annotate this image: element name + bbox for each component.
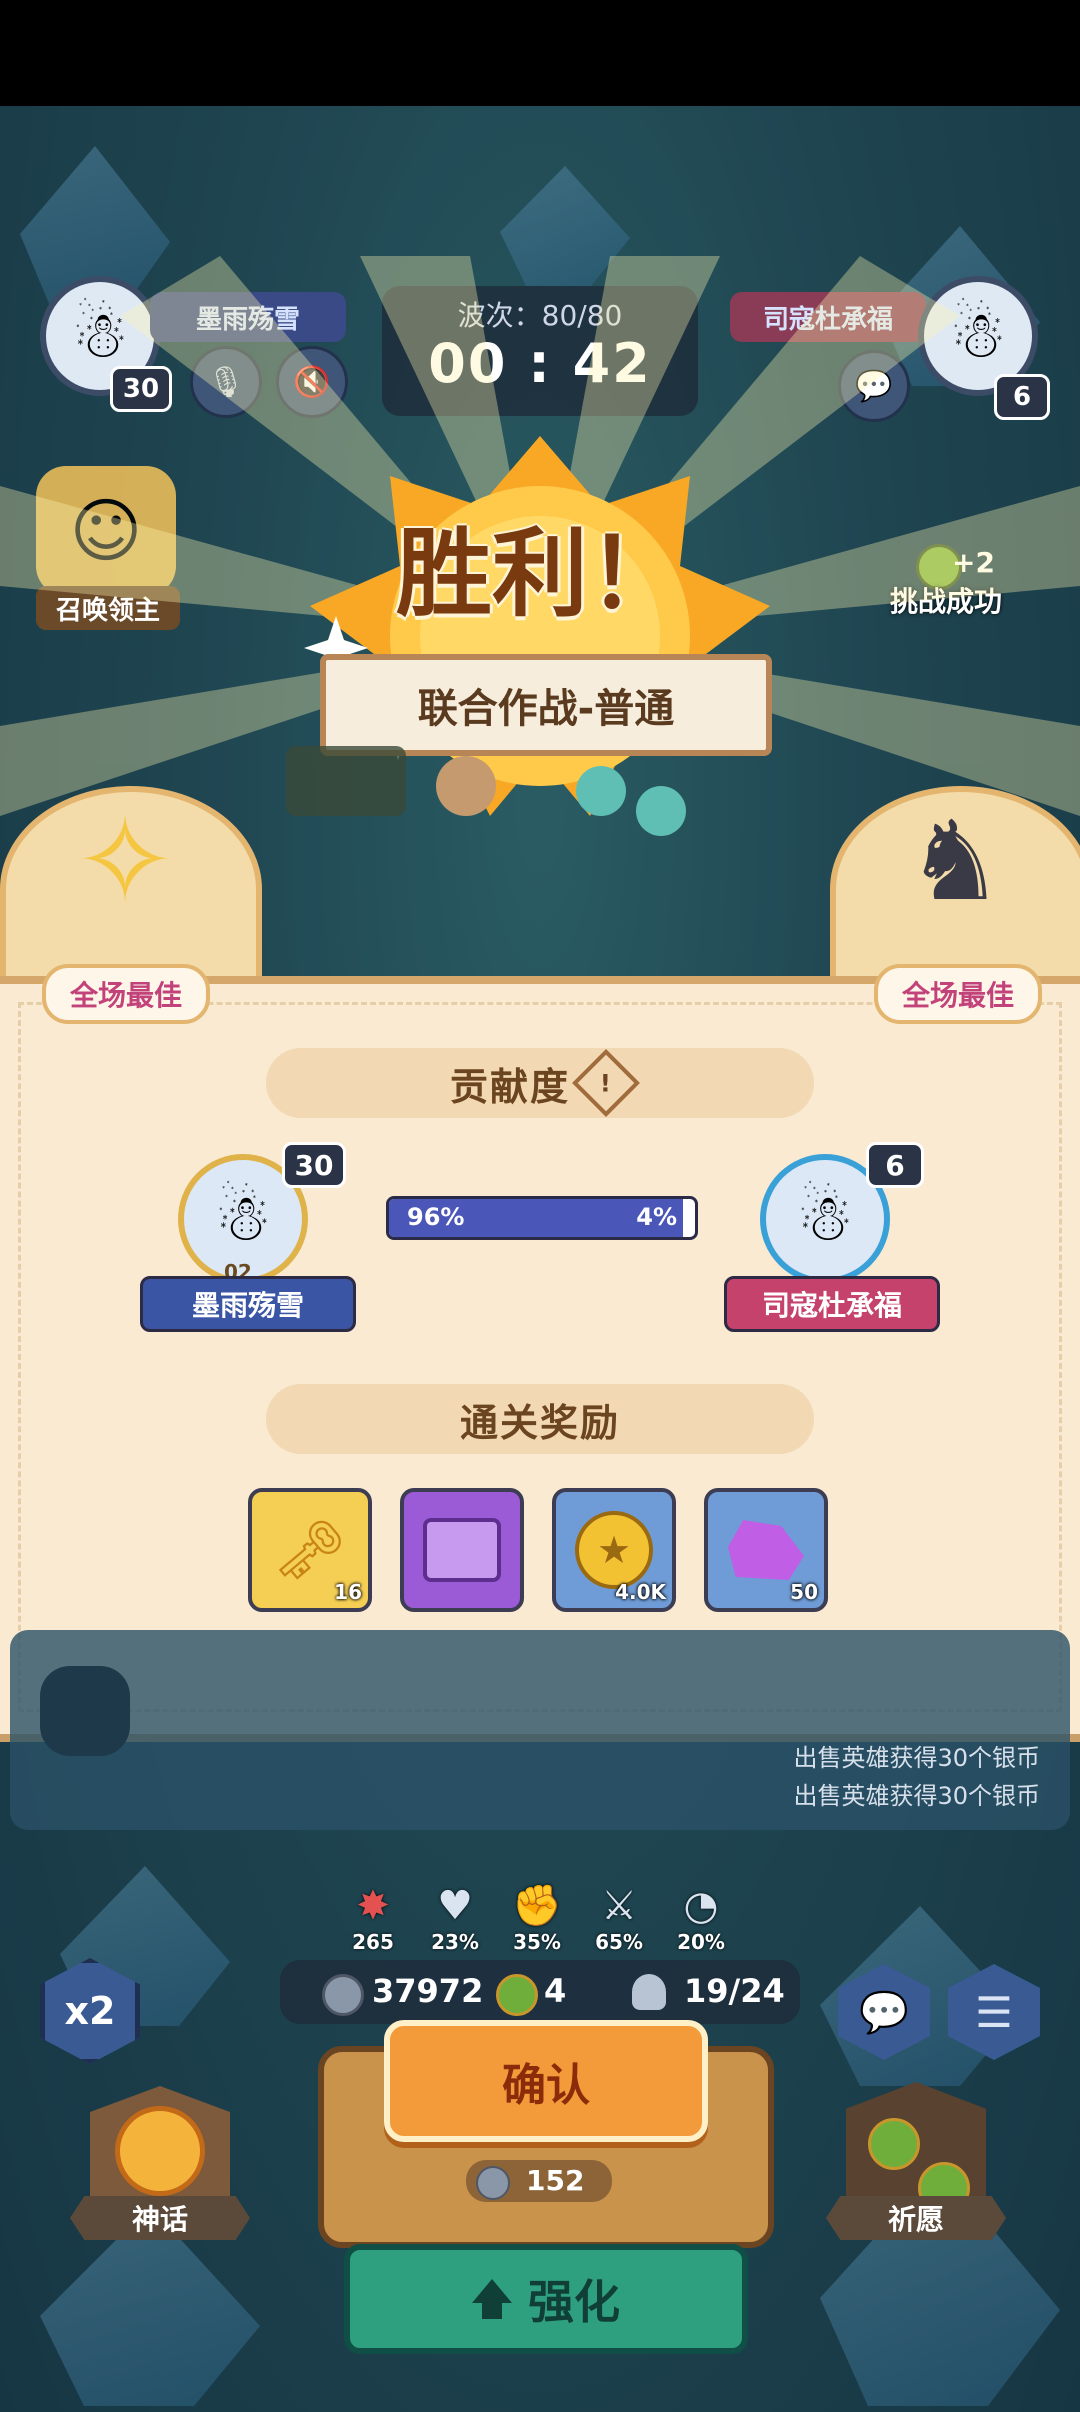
stat-fist: ✊ 35% [502,1882,572,1954]
silver-count: 37972 [372,1972,484,2010]
clover-icon [868,2118,920,2170]
reward-count: 16 [334,1580,362,1604]
sell-message: 出售英雄获得30个银币 [793,1744,1040,1772]
myth-label: 神话 [70,2196,250,2240]
summon-cost: 152 [466,2160,612,2202]
gold-coin-icon: ★ [575,1511,653,1589]
stat-speed: ◔ 20% [666,1882,736,1954]
chat-icon: 💬 [859,1989,909,2036]
key-icon: 🗝 [273,1515,347,1584]
myth-icon [115,2106,205,2196]
pray-label: 祈愿 [826,2196,1006,2240]
left-contrib-level: 30 [282,1142,346,1188]
pray-button[interactable] [846,2082,986,2216]
contribution-title: 贡献度 [449,1064,570,1109]
contribution-header: 贡献度 ! [266,1048,814,1118]
silver-coin-icon [476,2166,510,2200]
reward-count: 4.0K [615,1580,666,1604]
info-icon[interactable]: ! [572,1049,640,1117]
reward-count: 50 [790,1580,818,1604]
confirm-button[interactable]: 确认 [384,2020,708,2142]
speed-icon: ◔ [683,1883,719,1929]
chest-icon [423,1518,501,1582]
right-best-label: 全场最佳 [874,964,1042,1024]
stat-heart: ♥ 23% [420,1882,490,1954]
left-percent: 96% [407,1203,465,1231]
attack-icon: ✸ [356,1883,390,1929]
upgrade-button[interactable]: 强化 [344,2244,748,2354]
purple-crystal-icon [728,1520,804,1580]
rewards-header: 通关奖励 [266,1384,814,1454]
reward-chest[interactable] [400,1488,524,1612]
hero-count: 19/24 [684,1972,785,2010]
right-best-hero-icon: ♞ [905,797,1005,925]
sell-message: 出售英雄获得30个银币 [793,1782,1040,1810]
game-screen: ☃ 30 墨雨殇雪 🎙 🔇 波次：80/80 00 : 42 司寇杜承福 💬 ☃… [0,106,1080,2412]
right-contrib-name: 司寇杜承福 [724,1276,940,1332]
stat-attack: ✸ 265 [338,1882,408,1954]
left-best-hero-icon: ✧ [74,791,176,931]
reward-key[interactable]: 🗝 16 [248,1488,372,1612]
clover-count: 4 [544,1972,567,2010]
left-contrib-name: 墨雨殇雪 [140,1276,356,1332]
results-panel: 全场最佳 全场最佳 贡献度 ! ☃ 30 02 墨雨殇雪 96% 4% ☃ 6 … [0,964,1080,1742]
fist-icon: ✊ [512,1883,562,1929]
contribution-bar: 96% 4% [386,1196,698,1240]
stat-sword: ⚔ 65% [584,1882,654,1954]
resources-bar: 37972 4 19/24 [280,1960,800,2024]
upgrade-arrow-icon [472,2279,512,2319]
sword-icon: ⚔ [601,1883,637,1929]
silver-coin-icon [322,1974,364,2016]
reward-crystal[interactable]: 50 [704,1488,828,1612]
victory-title: 胜利！ [396,518,684,630]
reward-gold[interactable]: ★ 4.0K [552,1488,676,1612]
menu-icon: ☰ [975,1987,1013,2037]
battlefield-units [276,726,796,866]
heart-icon: ♥ [437,1883,473,1929]
clover-icon [496,1974,538,2016]
left-best-label: 全场最佳 [42,964,210,1024]
board-slot [40,1666,130,1756]
hero-count-icon [632,1974,666,2010]
right-contrib-level: 6 [866,1142,924,1188]
right-percent: 4% [636,1203,677,1231]
